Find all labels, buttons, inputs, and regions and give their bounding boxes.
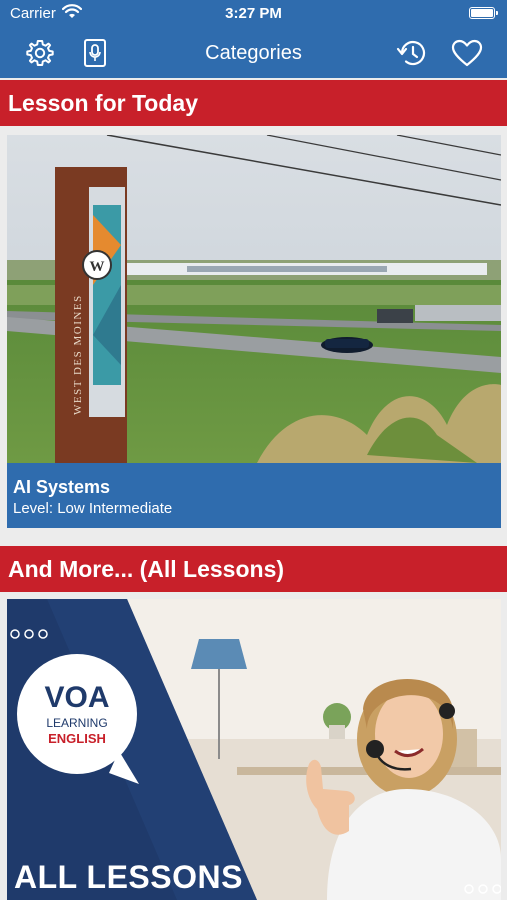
all-lessons-card[interactable]: VOA LEARNING ENGLISH ALL LESSONS [7, 599, 501, 900]
logo-voa: VOA [44, 681, 109, 714]
all-lessons-title: ALL LESSONS [14, 859, 243, 895]
history-icon [396, 40, 426, 66]
svg-text:W: W [90, 259, 105, 275]
logo-english: ENGLISH [48, 731, 106, 746]
page-title: Categories [205, 42, 302, 64]
lesson-card[interactable]: W WEST DES MOINES AI Systems Level: Low … [7, 135, 501, 528]
sign-text: WEST DES MOINES [72, 294, 84, 415]
battery-icon [469, 7, 498, 19]
section-header-all-lessons: And More... (All Lessons) [0, 546, 507, 592]
history-button[interactable] [395, 36, 429, 70]
nav-bar: Categories [0, 28, 507, 78]
heart-icon [451, 39, 483, 67]
section-header-today: Lesson for Today [0, 80, 507, 126]
favorites-button[interactable] [450, 36, 484, 70]
lesson-caption: AI Systems Level: Low Intermediate [7, 463, 501, 528]
lesson-photo: W WEST DES MOINES [7, 135, 501, 463]
status-bar: Carrier 3:27 PM [0, 0, 507, 28]
lesson-title: AI Systems [13, 477, 111, 497]
all-lessons-banner: VOA LEARNING ENGLISH [7, 599, 501, 900]
clock: 3:27 PM [225, 5, 282, 22]
logo-learning: LEARNING [46, 716, 107, 730]
lesson-level: Level: Low Intermediate [13, 500, 173, 517]
